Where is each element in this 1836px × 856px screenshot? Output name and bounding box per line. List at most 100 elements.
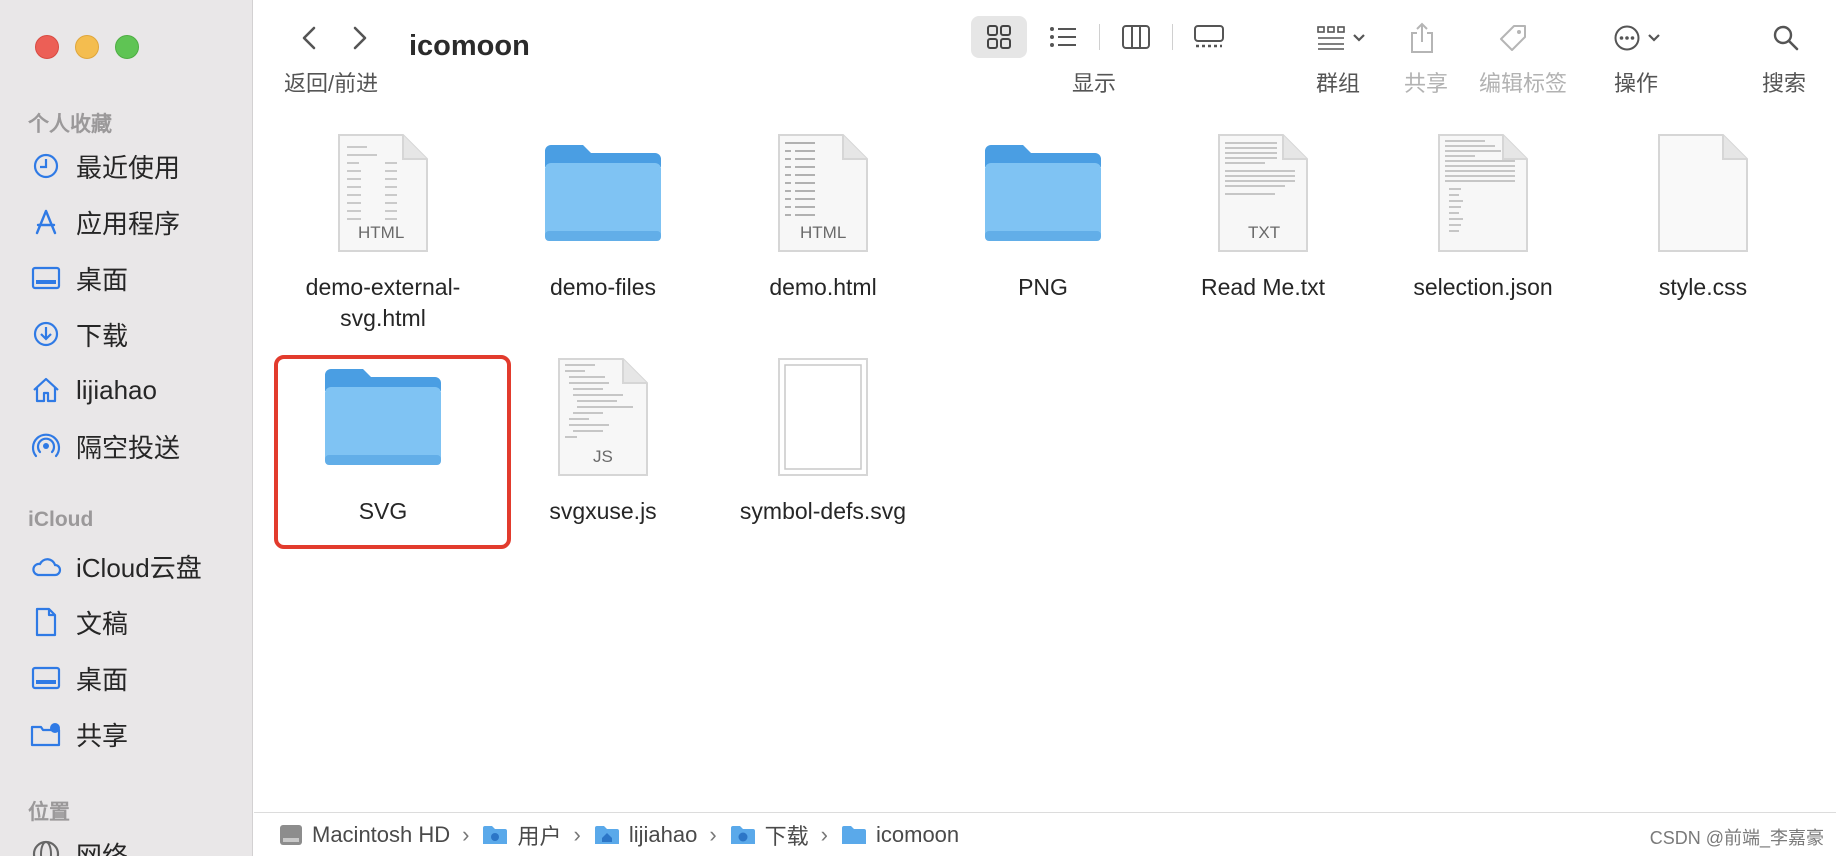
file-item[interactable]: svgxuse.js <box>503 352 703 527</box>
file-name: SVG <box>358 498 408 524</box>
folder-item[interactable]: demo-files <box>503 128 703 303</box>
file-name: style.css <box>1658 274 1748 300</box>
folder-icon <box>313 352 453 482</box>
file-badge: JS <box>593 447 613 466</box>
column-view-button[interactable] <box>1108 16 1164 58</box>
back-button[interactable] <box>289 18 329 58</box>
file-name: demo-external-svg.html <box>305 274 461 331</box>
edit-tags-button[interactable] <box>1490 18 1536 58</box>
share-icon <box>1411 22 1433 53</box>
sidebar-item-airdrop[interactable]: 隔空投送 <box>30 426 180 466</box>
json-document-icon <box>1413 128 1553 258</box>
chevron-right-icon: › <box>709 821 717 847</box>
folder-icon <box>842 825 866 844</box>
sidebar-item-icloud-desktop[interactable]: 桌面 <box>30 658 128 698</box>
sidebar-item-label: iCloud云盘 <box>76 552 202 583</box>
view-switcher <box>971 16 1237 58</box>
file-name: Read Me.txt <box>1201 274 1325 300</box>
css-document-icon <box>1633 128 1773 258</box>
minimize-window-button[interactable] <box>75 35 99 59</box>
share-button[interactable] <box>1402 18 1442 58</box>
path-item-icomoon[interactable]: icomoon <box>840 822 959 848</box>
file-badge: TXT <box>1248 223 1281 242</box>
list-view-button[interactable] <box>1035 16 1091 58</box>
file-name: demo.html <box>769 274 877 300</box>
path-item-macintosh-hd[interactable]: Macintosh HD <box>278 822 450 848</box>
sidebar-item-icloud-drive[interactable]: iCloud云盘 <box>30 546 202 586</box>
desktop-icon <box>30 662 62 694</box>
chevron-down-icon <box>1353 34 1365 42</box>
divider <box>1099 24 1100 50</box>
chevron-right-icon: › <box>573 821 581 847</box>
sidebar-item-applications[interactable]: 应用程序 <box>30 202 180 242</box>
file-item[interactable]: style.css <box>1603 128 1803 303</box>
sidebar: 个人收藏 最近使用 应用程序 桌面 下载 lijiahao 隔空投送 iClou… <box>0 0 253 856</box>
share-label: 共享 <box>1404 71 1449 96</box>
search-button[interactable] <box>1766 18 1806 58</box>
clock-icon <box>30 150 62 182</box>
search-icon <box>1773 25 1799 51</box>
favorites-section-title: 个人收藏 <box>28 113 112 136</box>
sidebar-item-label: 文稿 <box>76 608 129 639</box>
locations-section-title: 位置 <box>28 801 70 824</box>
folder-users-icon <box>483 825 508 844</box>
cloud-icon <box>30 550 62 582</box>
file-item[interactable]: selection.json <box>1383 128 1583 303</box>
group-label: 群组 <box>1316 71 1361 96</box>
sidebar-item-label: 隔空投送 <box>76 432 181 463</box>
icloud-section-title: iCloud <box>28 508 94 531</box>
file-name: demo-files <box>549 274 657 300</box>
path-item-home[interactable]: lijiahao <box>593 822 697 848</box>
sidebar-item-documents[interactable]: 文稿 <box>30 602 128 642</box>
gallery-view-button[interactable] <box>1181 16 1237 58</box>
sidebar-item-downloads[interactable]: 下载 <box>30 314 128 354</box>
action-button[interactable] <box>1606 18 1668 58</box>
folder-item[interactable]: PNG <box>943 128 1143 303</box>
file-item[interactable]: symbol-defs.svg <box>723 352 923 527</box>
path-bar: Macintosh HD › 用户 › lijiahao › 下载 › icom… <box>254 812 1836 856</box>
download-icon <box>30 318 62 350</box>
file-name: PNG <box>1018 274 1068 300</box>
file-name: selection.json <box>1413 274 1553 300</box>
grid-icon <box>987 25 1011 49</box>
network-icon <box>30 838 62 856</box>
file-item[interactable]: Read Me.txt <box>1163 128 1363 303</box>
folder-item-selected[interactable]: SVG <box>283 352 483 527</box>
sidebar-item-network[interactable]: 网络 <box>30 834 128 856</box>
sidebar-item-shared[interactable]: 共享 <box>30 714 128 754</box>
action-label: 操作 <box>1614 71 1659 96</box>
apps-icon <box>30 206 62 238</box>
close-window-button[interactable] <box>35 35 59 59</box>
toolbar: 返回/前进 icomoon 显示 群组 共享 编辑标签 操作 搜索 <box>254 0 1836 110</box>
more-icon <box>1614 25 1640 51</box>
folder-icon <box>973 128 1113 258</box>
gallery-icon <box>1194 25 1224 48</box>
file-item[interactable]: demo.html <box>723 128 923 303</box>
shared-folder-icon <box>30 718 62 750</box>
group-button[interactable] <box>1310 18 1372 58</box>
tag-icon <box>1500 25 1526 51</box>
path-item-downloads[interactable]: 下载 <box>729 819 809 851</box>
disk-icon <box>280 824 302 845</box>
icon-view-button[interactable] <box>971 16 1027 58</box>
sidebar-item-label: 共享 <box>76 720 129 751</box>
watermark: CSDN @前端_李嘉豪 <box>1649 828 1824 848</box>
forward-button[interactable] <box>340 18 380 58</box>
chevron-right-icon <box>353 26 367 50</box>
sidebar-item-desktop[interactable]: 桌面 <box>30 258 128 298</box>
zoom-window-button[interactable] <box>115 35 139 59</box>
window-title: icomoon <box>409 30 530 62</box>
document-icon <box>30 606 62 638</box>
columns-icon <box>1122 25 1150 49</box>
sidebar-item-recents[interactable]: 最近使用 <box>30 146 180 186</box>
sidebar-item-home[interactable]: lijiahao <box>30 370 157 410</box>
file-badge: HTML <box>358 223 405 242</box>
list-icon <box>1050 27 1076 47</box>
path-item-users[interactable]: 用户 <box>481 819 562 851</box>
sidebar-item-label: 桌面 <box>76 264 129 295</box>
chevron-down-icon <box>1648 34 1660 42</box>
file-name: svgxuse.js <box>549 498 657 524</box>
window-controls <box>35 35 139 59</box>
sidebar-item-label: 桌面 <box>76 664 129 695</box>
sidebar-item-label: 应用程序 <box>76 208 181 239</box>
